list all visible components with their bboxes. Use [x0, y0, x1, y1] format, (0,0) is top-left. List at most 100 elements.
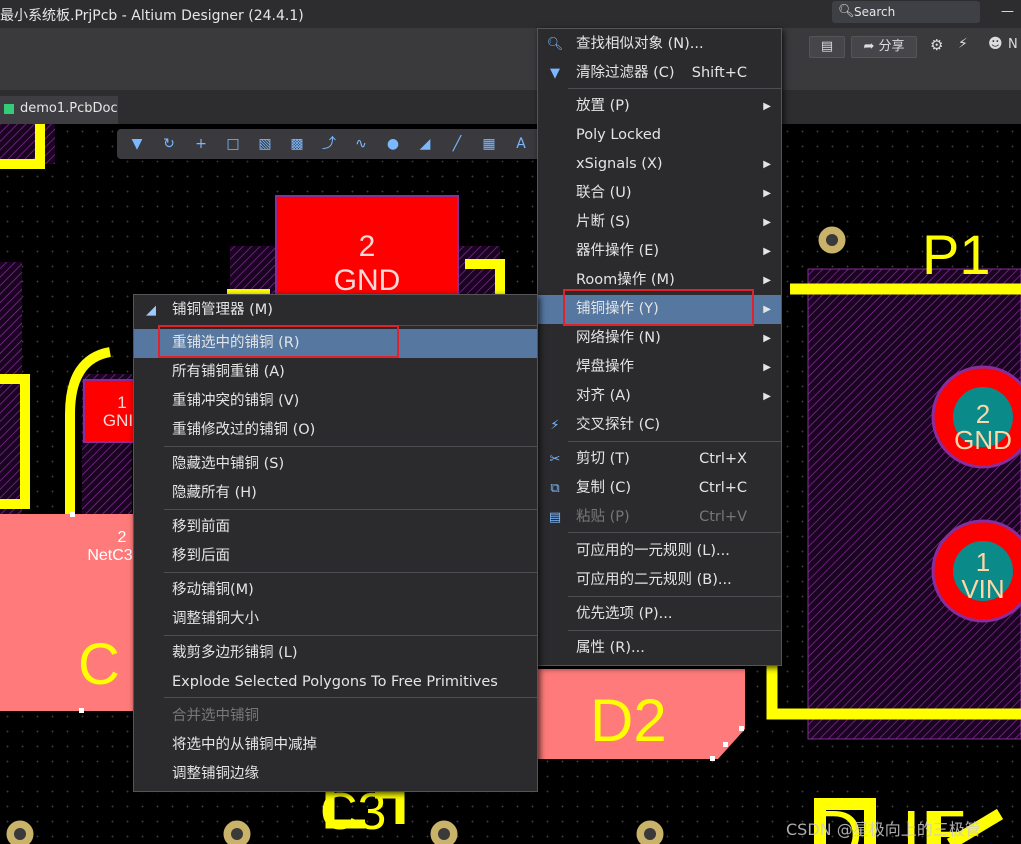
menu-item[interactable]: ⚡ 交叉探针 (C) — [538, 411, 781, 440]
menu-item-label: 放置 (P) — [576, 98, 630, 114]
menu-item-shortcut: Ctrl+C — [698, 480, 747, 496]
pad-net: GND — [954, 425, 1012, 455]
pad-net: VIN — [961, 574, 1004, 604]
menu-separator — [164, 325, 537, 326]
menu-item[interactable]: 铺铜操作 (Y) ▶ — [538, 295, 781, 324]
copy-icon: ⧉ — [550, 481, 560, 496]
designator-c: C — [78, 632, 120, 697]
menu-item[interactable]: ▼ 清除过滤器 (C) Shift+C — [538, 59, 781, 88]
menu-item[interactable]: ▤ 粘贴 (P) Ctrl+V — [538, 503, 781, 532]
submenu-item[interactable]: 移到前面 — [134, 513, 537, 542]
route-icon[interactable]: ↻ — [159, 134, 179, 154]
cut-icon: ✂ — [549, 452, 561, 467]
submenu-item[interactable]: 隐藏选中铺铜 (S) — [134, 450, 537, 479]
menu-item[interactable]: ⧉ 复制 (C) Ctrl+C — [538, 474, 781, 503]
menu-item[interactable]: 可应用的二元规则 (B)... — [538, 566, 781, 595]
menu-item[interactable]: Poly Locked — [538, 121, 781, 150]
menu-item[interactable]: 对齐 (A) ▶ — [538, 382, 781, 411]
submenu-item[interactable]: 重铺冲突的铺铜 (V) — [134, 387, 537, 416]
search-box[interactable]: 🔍︎ Search — [832, 1, 980, 23]
search-label: Search — [854, 5, 896, 19]
comment-icon[interactable]: ▤ — [809, 36, 845, 58]
tune-length-icon[interactable]: ∿ — [351, 134, 371, 154]
submenu-item[interactable]: 重铺选中的铺铜 (R) — [134, 329, 537, 358]
component-icon[interactable]: ▩ — [287, 134, 307, 154]
menu-item-label: 焊盘操作 — [576, 359, 634, 375]
clear-filter-icon: ▼ — [550, 66, 560, 81]
menu-separator — [164, 697, 537, 698]
menu-item[interactable]: Room操作 (M) ▶ — [538, 266, 781, 295]
menu-item[interactable]: 焊盘操作 ▶ — [538, 353, 781, 382]
menu-item-label: xSignals (X) — [576, 156, 663, 172]
submenu-item[interactable]: 重铺修改过的铺铜 (O) — [134, 416, 537, 445]
submenu-item[interactable]: 隐藏所有 (H) — [134, 479, 537, 508]
menu-item[interactable]: 可应用的一元规则 (L)... — [538, 537, 781, 566]
menu-item[interactable]: 属性 (R)... — [538, 634, 781, 663]
submenu-item[interactable]: 调整铺铜边缘 — [134, 760, 537, 789]
draw-line-icon[interactable]: ╱ — [447, 134, 467, 154]
submenu-item-label: 移到前面 — [172, 519, 230, 535]
menu-item-label: 查找相似对象 (N)... — [576, 36, 704, 52]
pad-net: NetC3 — [87, 547, 132, 564]
menu-item[interactable]: ✂ 剪切 (T) Ctrl+X — [538, 445, 781, 474]
submenu-item[interactable]: 调整铺铜大小 — [134, 605, 537, 634]
menu-separator — [164, 509, 537, 510]
submenu-arrow-icon: ▶ — [763, 188, 771, 199]
menu-item-label: 交叉探针 (C) — [576, 417, 661, 433]
tab-demo1-pcbdoc[interactable]: demo1.PcbDoc — [0, 96, 118, 124]
dimension-icon[interactable]: ▦ — [479, 134, 499, 154]
gear-icon[interactable]: ⚙ — [930, 36, 943, 54]
share-label: 分享 — [878, 39, 905, 54]
menu-item-label: 粘贴 (P) — [576, 509, 630, 525]
menu-separator — [568, 88, 781, 89]
search-icon: 🔍︎ — [838, 4, 855, 19]
menu-item-label: 清除过滤器 (C) — [576, 65, 675, 81]
submenu-item[interactable]: 合并选中铺铜 — [134, 702, 537, 731]
submenu-item-label: 将选中的从铺铜中减掉 — [172, 737, 317, 753]
pad-number: 1 — [976, 547, 990, 577]
submenu-item[interactable]: 裁剪多边形铺铜 (L) — [134, 639, 537, 668]
submenu-item[interactable]: 移到后面 — [134, 542, 537, 571]
align-icon[interactable]: ▧ — [255, 134, 275, 154]
menu-item[interactable]: 片断 (S) ▶ — [538, 208, 781, 237]
submenu-item[interactable]: Explode Selected Polygons To Free Primit… — [134, 668, 537, 697]
menu-item[interactable]: 网络操作 (N) ▶ — [538, 324, 781, 353]
submenu-item[interactable]: 所有铺铜重铺 (A) — [134, 358, 537, 387]
submenu-item-label: 调整铺铜大小 — [172, 611, 259, 627]
polygon-actions-submenu: ◢ 铺铜管理器 (M) 重铺选中的铺铜 (R) 所有铺铜重铺 (A) 重铺冲突的铺铜 (… — [133, 294, 538, 792]
menu-item-label: 剪切 (T) — [576, 451, 630, 467]
submenu-item[interactable]: 移动铺铜(M) — [134, 576, 537, 605]
pad-net: GND — [334, 264, 401, 297]
menu-item-label: 联合 (U) — [576, 185, 632, 201]
interactive-route-icon[interactable]: ⤴ — [319, 134, 339, 154]
menu-item-label: 网络操作 (N) — [576, 330, 661, 346]
menu-item[interactable]: 优先选项 (P)... — [538, 600, 781, 629]
menu-item[interactable]: 🔍︎ 查找相似对象 (N)... — [538, 30, 781, 59]
filter-icon[interactable]: ▼ — [127, 134, 147, 154]
submenu-item[interactable]: ◢ 铺铜管理器 (M) — [134, 296, 537, 325]
window-title: 最小系统板.PrjPcb - Altium Designer (24.4.1) — [0, 8, 304, 24]
title-bar: 最小系统板.PrjPcb - Altium Designer (24.4.1) … — [0, 0, 1021, 28]
menu-item[interactable]: xSignals (X) ▶ — [538, 150, 781, 179]
designator-p1: P1 — [922, 223, 991, 286]
menu-item[interactable]: 器件操作 (E) ▶ — [538, 237, 781, 266]
menu-item[interactable]: 联合 (U) ▶ — [538, 179, 781, 208]
submenu-item-label: 移到后面 — [172, 548, 230, 564]
share-button[interactable]: ➦ 分享 — [851, 36, 917, 58]
menu-item-label: 复制 (C) — [576, 480, 632, 496]
select-rect-icon[interactable]: □ — [223, 134, 243, 154]
user-icon[interactable]: ☻ — [988, 36, 1003, 52]
menu-separator — [164, 572, 537, 573]
via-icon[interactable]: ● — [383, 134, 403, 154]
watermark: CSDN @星极向上的三极管 — [786, 820, 981, 839]
text-icon[interactable]: A — [511, 134, 531, 154]
menu-item[interactable]: 放置 (P) ▶ — [538, 92, 781, 121]
crosshair-icon[interactable]: + — [191, 134, 211, 154]
submenu-item-label: 移动铺铜(M) — [172, 582, 254, 598]
menu-item-label: Room操作 (M) — [576, 272, 675, 288]
notifications-icon[interactable]: ⚡ — [958, 36, 968, 52]
minimize-icon[interactable]: — — [1001, 4, 1014, 19]
menu-item-shortcut: Ctrl+V — [699, 509, 747, 525]
submenu-item[interactable]: 将选中的从铺铜中减掉 — [134, 731, 537, 760]
polygon-icon[interactable]: ◢ — [415, 134, 435, 154]
